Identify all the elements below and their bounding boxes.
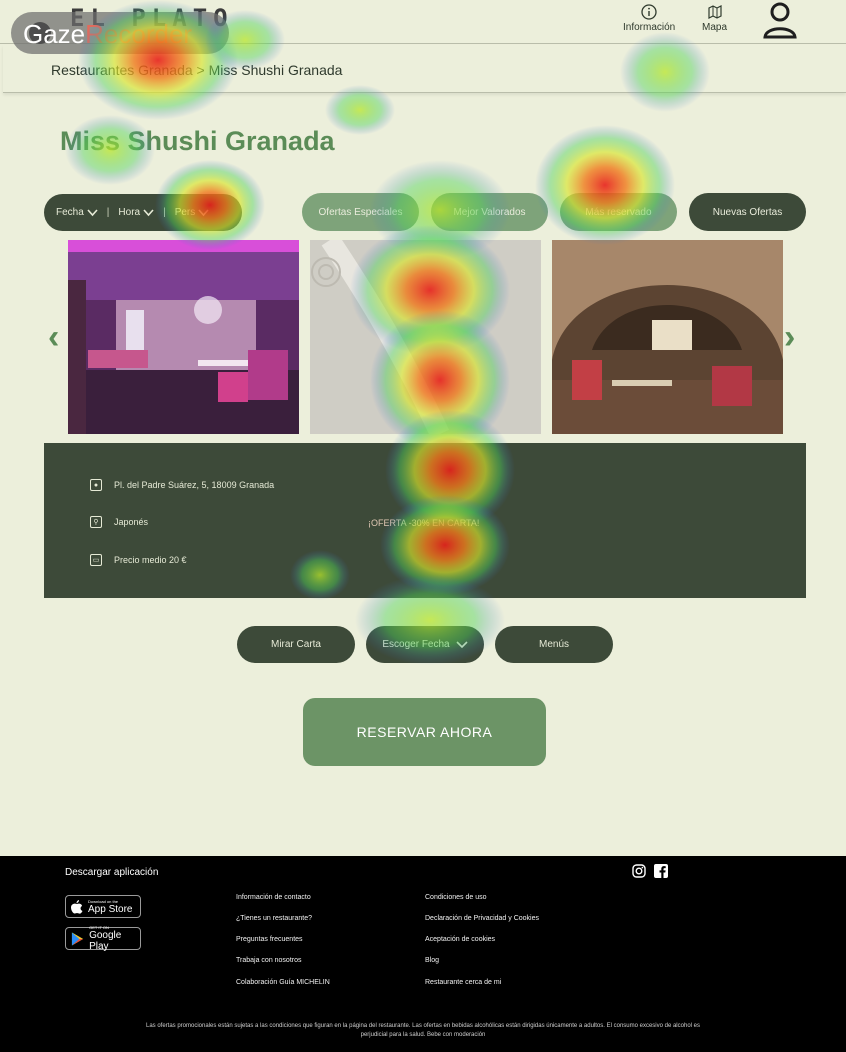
page-title: Miss Shushi Granada: [60, 126, 335, 156]
escoger-fecha-button[interactable]: Escoger Fecha: [366, 626, 484, 663]
nav-mapa[interactable]: Mapa: [702, 4, 727, 33]
hora-label: Hora: [118, 207, 141, 218]
filter-divider: |: [163, 207, 166, 218]
fecha-label: Fecha: [56, 207, 84, 218]
price-row: ▭ Precio medio 20 €: [90, 554, 187, 566]
mirar-carta-label: Mirar Carta: [270, 639, 321, 650]
escoger-fecha-label: Escoger Fecha: [382, 639, 450, 650]
carousel-next-arrow-icon[interactable]: ›: [784, 318, 795, 357]
app-store-button[interactable]: Download on the App Store: [65, 895, 141, 918]
apple-icon: [71, 899, 83, 914]
fecha-filter[interactable]: Fecha: [56, 207, 98, 218]
google-play-label: Google Play: [89, 930, 122, 952]
footer-link-cerca[interactable]: Restaurante cerca de mi: [425, 979, 501, 986]
nuevas-ofertas-button[interactable]: Nuevas Ofertas: [689, 193, 806, 231]
promo-text: ¡OFERTA -30% EN CARTA!: [368, 518, 480, 528]
nav-informacion-label: Información: [623, 22, 676, 33]
footer-link-blog[interactable]: Blog: [425, 957, 439, 964]
google-play-icon: [71, 931, 84, 946]
price-text: Precio medio 20 €: [114, 555, 187, 565]
breadcrumb-bar: Restaurantes Granada > Miss Shushi Grana…: [3, 45, 846, 93]
carousel-prev-arrow-icon[interactable]: ‹: [48, 318, 59, 357]
nav-mapa-label: Mapa: [702, 22, 728, 33]
chevron-down-icon: [87, 208, 98, 216]
app-store-label: App Store: [88, 903, 133, 915]
google-play-button[interactable]: GET IT ON Google Play: [65, 925, 141, 952]
legal-disclaimer: Las ofertas promocionales están sujetas …: [70, 1022, 776, 1040]
chevron-down-icon: [143, 208, 154, 216]
legal-line-1: Las ofertas promocionales están sujetas …: [145, 1023, 700, 1029]
info-icon: [641, 4, 657, 20]
mejor-valorados-button[interactable]: Mejor Valorados: [431, 193, 548, 231]
restaurant-info-panel: ● Pl. del Padre Suárez, 5, 18009 Granada…: [44, 443, 806, 598]
location-pin-icon: ●: [90, 479, 102, 491]
footer-link-cookies[interactable]: Aceptación de cookies: [425, 936, 495, 943]
address-text: Pl. del Padre Suárez, 5, 18009 Granada: [114, 480, 275, 490]
filter-bar: Fecha | Hora | Pers: [44, 194, 242, 231]
user-icon[interactable]: [760, 0, 800, 40]
footer-link-restaurante[interactable]: ¿Tienes un restaurante?: [236, 915, 312, 922]
footer-link-privacidad[interactable]: Declaración de Privacidad y Cookies: [425, 915, 539, 922]
hora-filter[interactable]: Hora: [118, 207, 154, 218]
mirar-carta-button[interactable]: Mirar Carta: [237, 626, 355, 663]
breadcrumb[interactable]: Restaurantes Granada > Miss Shushi Grana…: [51, 62, 342, 78]
legal-line-2: perjudicial para la salud. Bebe con mode…: [360, 1032, 486, 1038]
menus-label: Menús: [538, 639, 569, 650]
cash-icon: ▭: [90, 554, 102, 566]
footer: Descargar aplicación Download on the App …: [0, 856, 846, 1052]
restaurant-photo-logo-wall[interactable]: [310, 240, 541, 434]
map-icon: [707, 5, 722, 19]
cuisine-row: ⚲ Japonés: [90, 516, 148, 528]
mas-reservado-button[interactable]: Más reservado: [560, 193, 677, 231]
personas-filter[interactable]: Pers: [175, 207, 210, 218]
filter-divider: |: [106, 207, 110, 218]
chevron-down-icon: [198, 208, 209, 216]
footer-link-trabaja[interactable]: Trabaja con nosotros: [236, 957, 302, 964]
menus-button[interactable]: Menús: [495, 626, 613, 663]
personas-label: Pers: [174, 207, 196, 218]
cuisine-text: Japonés: [114, 517, 149, 527]
cutlery-icon: ⚲: [90, 516, 102, 528]
footer-link-michelin[interactable]: Colaboración Guía MICHELIN: [236, 979, 330, 986]
restaurant-photo-vaulted-cellar[interactable]: [552, 240, 783, 434]
footer-link-condiciones[interactable]: Condiciones de uso: [425, 894, 487, 901]
reservar-ahora-button[interactable]: RESERVAR AHORA: [303, 698, 546, 766]
ofertas-especiales-button[interactable]: Ofertas Especiales: [302, 193, 419, 231]
restaurant-photo-interior-pink[interactable]: [68, 240, 299, 434]
address-row: ● Pl. del Padre Suárez, 5, 18009 Granada: [90, 479, 274, 491]
facebook-icon[interactable]: [654, 864, 668, 878]
chevron-down-icon: [456, 640, 468, 648]
footer-link-contacto[interactable]: Información de contacto: [236, 894, 311, 901]
nav-informacion[interactable]: Información: [623, 4, 675, 33]
download-app-title: Descargar aplicación: [65, 867, 159, 878]
footer-link-preguntas[interactable]: Preguntas frecuentes: [236, 936, 303, 943]
instagram-icon[interactable]: [632, 864, 646, 878]
